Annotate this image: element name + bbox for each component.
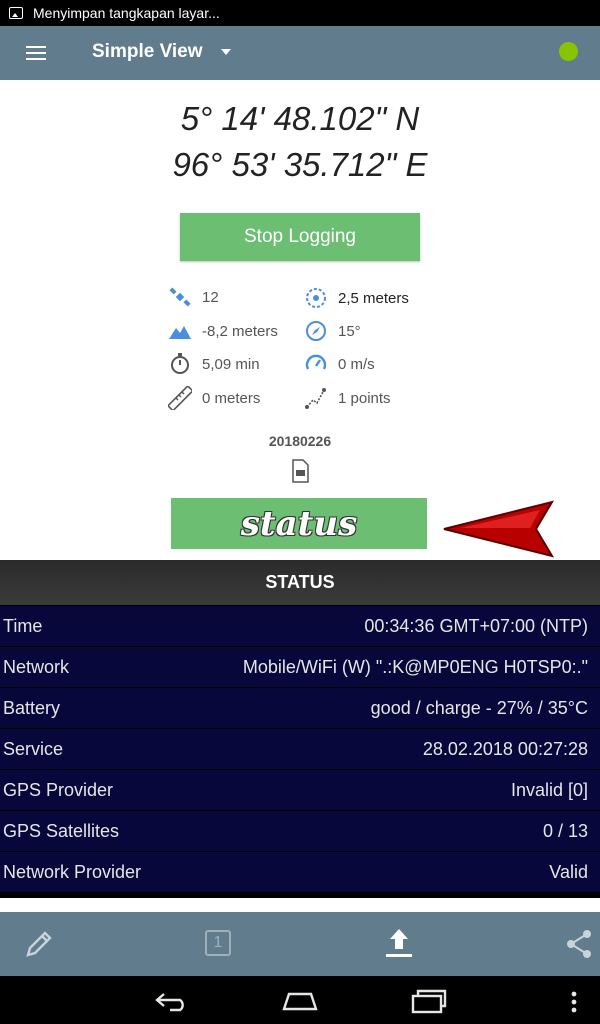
status-label: Network: [3, 656, 70, 677]
stat-duration: 5,09 min: [168, 352, 260, 376]
status-value: 00:34:36 GMT+07:00 (NTP): [364, 615, 588, 636]
stat-satellites: 12: [168, 285, 219, 309]
status-label: GPS Provider: [3, 779, 114, 800]
share-icon[interactable]: [563, 928, 595, 960]
status-value: 28.02.2018 00:27:28: [422, 738, 588, 759]
status-value: 0 / 13: [542, 820, 588, 841]
stat-altitude: -8,2 meters: [168, 319, 278, 343]
stat-speed: 0 m/s: [304, 352, 375, 376]
longitude-text: 96° 53' 35.712" E: [172, 146, 428, 183]
stat-accuracy: 2,5 meters: [304, 286, 409, 310]
system-navigation-bar: [0, 976, 600, 1024]
home-icon[interactable]: [281, 990, 319, 1012]
mountain-icon: [169, 326, 191, 339]
stop-logging-button[interactable]: Stop Logging: [180, 213, 420, 261]
ruler-icon: [168, 386, 192, 410]
status-row-gps-satellites: GPS Satellites 0 / 13: [0, 811, 600, 851]
stat-distance: 0 meters: [168, 386, 260, 410]
system-status-bar: Menyimpan tangkapan layar...: [0, 0, 600, 26]
status-row-network-provider: Network Provider Valid: [0, 852, 600, 892]
status-value: Invalid [0]: [510, 779, 588, 800]
recent-apps-icon[interactable]: [410, 988, 448, 1014]
status-label: Service: [3, 738, 64, 759]
status-row-network: Network Mobile/WiFi (W) ".:K@MP0ENG H0TS…: [0, 647, 600, 687]
status-label: Network Provider: [3, 861, 142, 882]
status-label: Battery: [3, 697, 61, 718]
satellites-value: 12: [202, 288, 219, 306]
page-number: 1: [213, 934, 223, 951]
panel-spacer: [0, 898, 600, 912]
altitude-value: -8,2 meters: [202, 322, 278, 340]
status-annotation-text: status: [240, 503, 358, 544]
accuracy-icon: [306, 288, 326, 308]
simple-view-content: 5° 14' 48.102" N 96° 53' 35.712" E Stop …: [0, 80, 600, 560]
track-points-icon: [305, 388, 326, 409]
bottom-toolbar: 1: [0, 912, 600, 976]
back-icon[interactable]: [154, 990, 190, 1012]
status-row-time: Time 00:34:36 GMT+07:00 (NTP): [0, 606, 600, 646]
log-file-name: 20180226: [268, 433, 332, 449]
compass-icon: [306, 321, 326, 341]
distance-value: 0 meters: [202, 389, 261, 407]
red-arrow-annotation: [443, 500, 555, 558]
status-row-gps-provider: GPS Provider Invalid [0]: [0, 770, 600, 810]
speed-value: 0 m/s: [338, 355, 375, 373]
hamburger-menu-icon[interactable]: [26, 46, 46, 60]
stat-bearing: 15°: [304, 319, 361, 343]
status-annotation: status: [171, 498, 427, 549]
stat-points: 1 points: [304, 386, 391, 410]
status-label: GPS Satellites: [3, 820, 120, 841]
pencil-icon[interactable]: [23, 928, 55, 960]
page-number-icon[interactable]: 1: [205, 930, 231, 956]
view-title[interactable]: Simple View: [92, 41, 203, 63]
latitude-text: 5° 14' 48.102" N: [180, 100, 420, 137]
dropdown-arrow-icon[interactable]: [221, 49, 231, 55]
gpx-file-icon[interactable]: [289, 459, 311, 483]
stopwatch-icon: [171, 353, 189, 374]
status-row-service: Service 28.02.2018 00:27:28: [0, 729, 600, 769]
status-notification-text: Menyimpan tangkapan layar...: [33, 5, 220, 21]
status-value: Valid: [549, 861, 588, 882]
speedometer-icon: [305, 354, 327, 370]
gps-status-indicator: [559, 42, 578, 61]
satellite-icon: [169, 287, 191, 307]
screenshot-icon: [9, 7, 23, 19]
overflow-menu-icon[interactable]: [569, 990, 579, 1014]
app-bar: Simple View: [0, 26, 600, 80]
status-value: good / charge - 27% / 35°C: [370, 697, 588, 718]
upload-icon[interactable]: [383, 926, 415, 960]
bearing-value: 15°: [338, 322, 361, 340]
status-label: Time: [3, 615, 43, 636]
status-panel-title: STATUS: [0, 560, 600, 605]
status-panel: STATUS Time 00:34:36 GMT+07:00 (NTP) Net…: [0, 560, 600, 898]
status-value: Mobile/WiFi (W) ".:K@MP0ENG H0TSP0:.": [242, 656, 588, 677]
duration-value: 5,09 min: [202, 355, 260, 373]
points-value: 1 points: [338, 389, 391, 407]
status-row-battery: Battery good / charge - 27% / 35°C: [0, 688, 600, 728]
accuracy-value: 2,5 meters: [338, 289, 409, 307]
